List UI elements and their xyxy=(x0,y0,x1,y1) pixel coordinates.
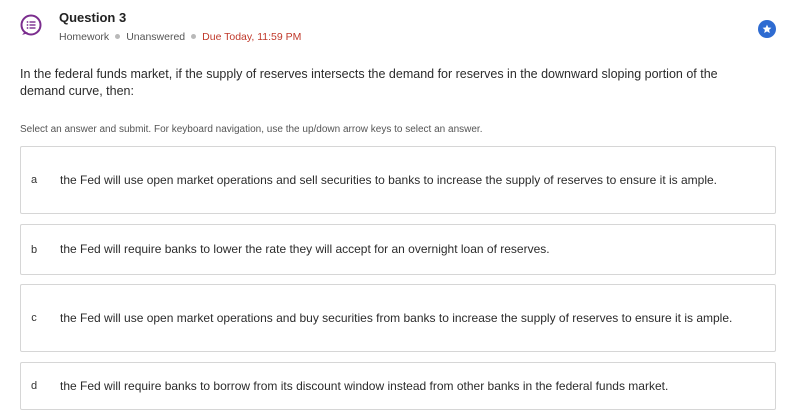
assignment-type: Homework xyxy=(59,31,110,43)
star-bookmark-icon xyxy=(762,24,772,33)
answer-text: the Fed will use open market operations … xyxy=(60,310,733,325)
answer-letter: c xyxy=(31,312,37,324)
bookmark-button[interactable] xyxy=(758,20,776,38)
answer-option-d[interactable]: d the Fed will require banks to borrow f… xyxy=(20,362,776,410)
instructions-text: Select an answer and submit. For keyboar… xyxy=(20,124,483,135)
question-list-icon xyxy=(20,14,42,36)
answer-text: the Fed will use open market operations … xyxy=(60,172,718,187)
question-page: Question 3 Homework Unanswered Due Today, … xyxy=(0,0,793,419)
answer-letter: b xyxy=(30,243,38,256)
answer-text: the Fed will require banks to lower the … xyxy=(60,242,550,256)
question-header: Question 3 Homework Unanswered Due Today, … xyxy=(0,0,793,50)
answer-option-c[interactable]: c the Fed will use open market operation… xyxy=(20,284,776,352)
answer-status: Unanswered xyxy=(126,31,186,43)
answer-text: the Fed will require banks to borrow fro… xyxy=(60,378,669,393)
answer-option-b[interactable]: b the Fed will require banks to lower th… xyxy=(20,224,776,275)
due-date: Due Today, 11:59 PM xyxy=(202,31,302,43)
answer-letter: a xyxy=(30,174,38,186)
separator-dot xyxy=(115,34,121,40)
answer-letter: d xyxy=(30,380,38,392)
answer-option-a[interactable]: a the Fed will use open market operation… xyxy=(20,146,776,214)
separator-dot xyxy=(191,34,197,40)
question-meta: Homework Unanswered Due Today, 11:59 PM xyxy=(59,31,301,43)
question-text: In the federal funds market, if the supp… xyxy=(20,67,718,98)
question-title: Question 3 xyxy=(59,10,127,25)
